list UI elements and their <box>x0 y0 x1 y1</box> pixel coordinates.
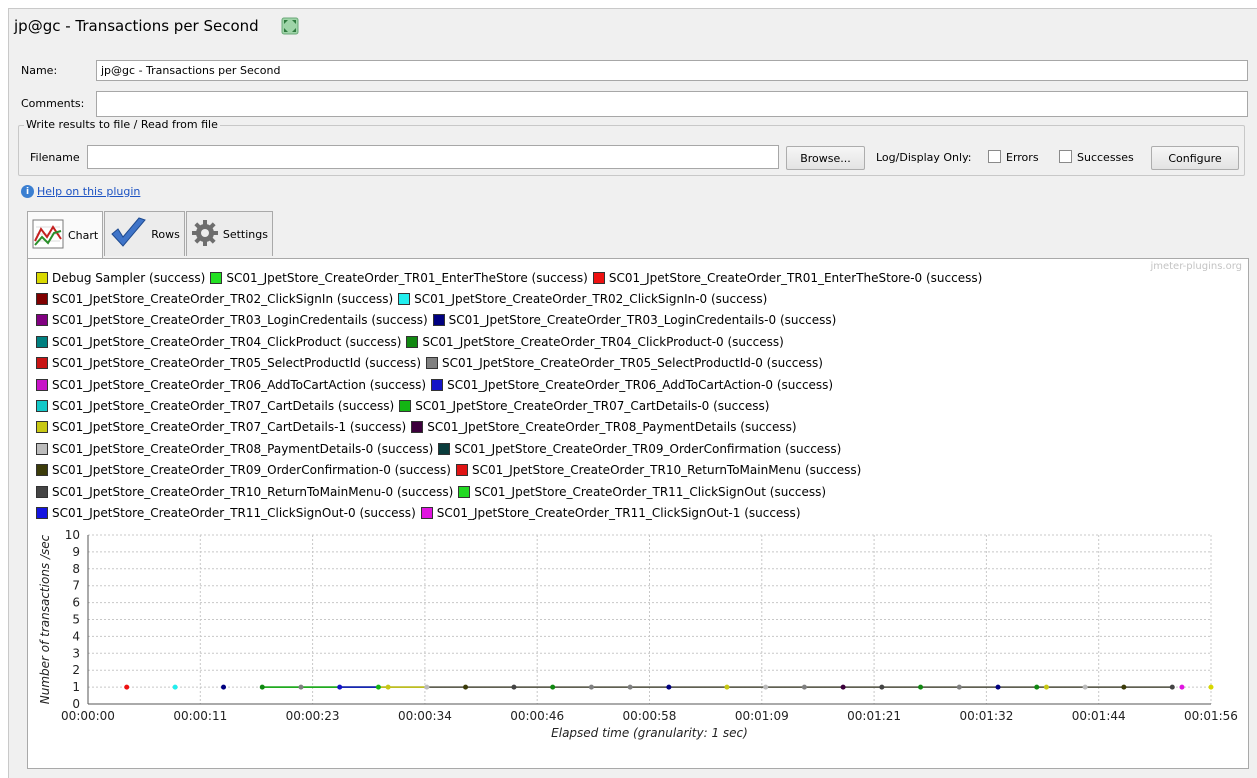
data-point <box>918 684 924 690</box>
y-tick-label: 8 <box>72 562 80 576</box>
tps-chart: 01234567891000:00:00 00:00:11 00:00:23 00:0… <box>38 528 1238 740</box>
data-point <box>956 684 962 690</box>
data-point <box>375 684 381 690</box>
help-link[interactable]: Help on this plugin <box>37 185 140 198</box>
data-point <box>550 684 556 690</box>
data-point <box>1169 684 1175 690</box>
data-point <box>1082 684 1088 690</box>
data-point <box>1121 684 1127 690</box>
info-icon: i <box>21 185 34 198</box>
tab-rows-label: Rows <box>151 227 180 241</box>
title-row: jp@gc - Transactions per Second <box>14 14 299 38</box>
data-point <box>221 684 227 690</box>
x-tick-label: 00:00:58 <box>623 709 677 723</box>
data-point <box>424 684 430 690</box>
x-tick-label: 00:01:56 <box>1184 709 1238 723</box>
help-row: i Help on this plugin <box>21 185 140 198</box>
filename-field[interactable] <box>87 145 779 169</box>
configure-button[interactable]: Configure <box>1151 146 1239 170</box>
data-point <box>840 684 846 690</box>
data-point <box>763 684 769 690</box>
x-tick-label: 00:01:09 <box>735 709 789 723</box>
data-point <box>801 684 807 690</box>
data-point <box>1208 684 1214 690</box>
data-point <box>1043 684 1049 690</box>
x-tick-label: 00:00:46 <box>510 709 564 723</box>
errors-label: Errors <box>1006 151 1039 164</box>
tab-chart[interactable]: Chart <box>27 211 104 258</box>
data-point <box>172 684 178 690</box>
tab-settings[interactable]: Settings <box>185 211 273 256</box>
checkmark-icon <box>109 216 147 253</box>
y-tick-label: 5 <box>72 613 80 627</box>
x-tick-label: 00:01:44 <box>1072 709 1126 723</box>
y-tick-label: 3 <box>72 646 80 660</box>
log-display-label: Log/Display Only: <box>876 151 972 164</box>
tab-bar: Chart Rows Settings <box>27 211 274 258</box>
x-tick-label: 00:00:00 <box>61 709 115 723</box>
data-point <box>995 684 1001 690</box>
y-tick-label: 1 <box>72 680 80 694</box>
data-point <box>385 684 391 690</box>
x-tick-label: 00:01:32 <box>959 709 1013 723</box>
y-tick-label: 4 <box>72 629 80 643</box>
name-field[interactable]: jp@gc - Transactions per Second <box>96 60 1248 81</box>
x-tick-label: 00:00:23 <box>286 709 340 723</box>
data-point <box>627 684 633 690</box>
tab-settings-label: Settings <box>222 227 268 241</box>
y-tick-label: 7 <box>72 579 80 593</box>
browse-button[interactable]: Browse... <box>786 146 865 170</box>
data-point <box>1034 684 1040 690</box>
data-point <box>124 684 130 690</box>
filename-label: Filename <box>30 151 80 164</box>
x-tick-label: 00:01:21 <box>847 709 901 723</box>
tab-rows[interactable]: Rows <box>104 211 185 256</box>
name-label: Name: <box>21 64 58 77</box>
comments-field[interactable] <box>96 91 1248 117</box>
data-point <box>666 684 672 690</box>
y-tick-label: 2 <box>72 663 80 677</box>
y-tick-label: 10 <box>65 528 80 542</box>
successes-checkbox[interactable] <box>1059 150 1072 163</box>
maximize-icon[interactable] <box>281 17 299 35</box>
data-point <box>879 684 885 690</box>
data-point <box>259 684 265 690</box>
errors-checkbox[interactable] <box>988 150 1001 163</box>
data-point <box>298 684 304 690</box>
y-axis-label: Number of transactions /sec <box>38 534 52 704</box>
data-point <box>337 684 343 690</box>
chart-icon <box>32 219 64 252</box>
panel-title: jp@gc - Transactions per Second <box>14 17 259 35</box>
x-tick-label: 00:00:11 <box>173 709 227 723</box>
x-tick-label: 00:00:34 <box>398 709 452 723</box>
data-point <box>588 684 594 690</box>
data-point <box>463 684 469 690</box>
file-section-legend: Write results to file / Read from file <box>24 118 220 131</box>
data-point <box>511 684 517 690</box>
chart-area: jmeter-plugins.org Debug Sampler (succes… <box>27 258 1249 769</box>
data-point <box>1179 684 1185 690</box>
data-point <box>724 684 730 690</box>
x-axis-label: Elapsed time (granularity: 1 sec) <box>551 726 748 740</box>
successes-label: Successes <box>1077 151 1134 164</box>
y-tick-label: 9 <box>72 545 80 559</box>
y-tick-label: 6 <box>72 596 80 610</box>
tab-chart-label: Chart <box>68 228 99 242</box>
comments-label: Comments: <box>21 97 85 110</box>
gear-icon <box>191 219 219 250</box>
